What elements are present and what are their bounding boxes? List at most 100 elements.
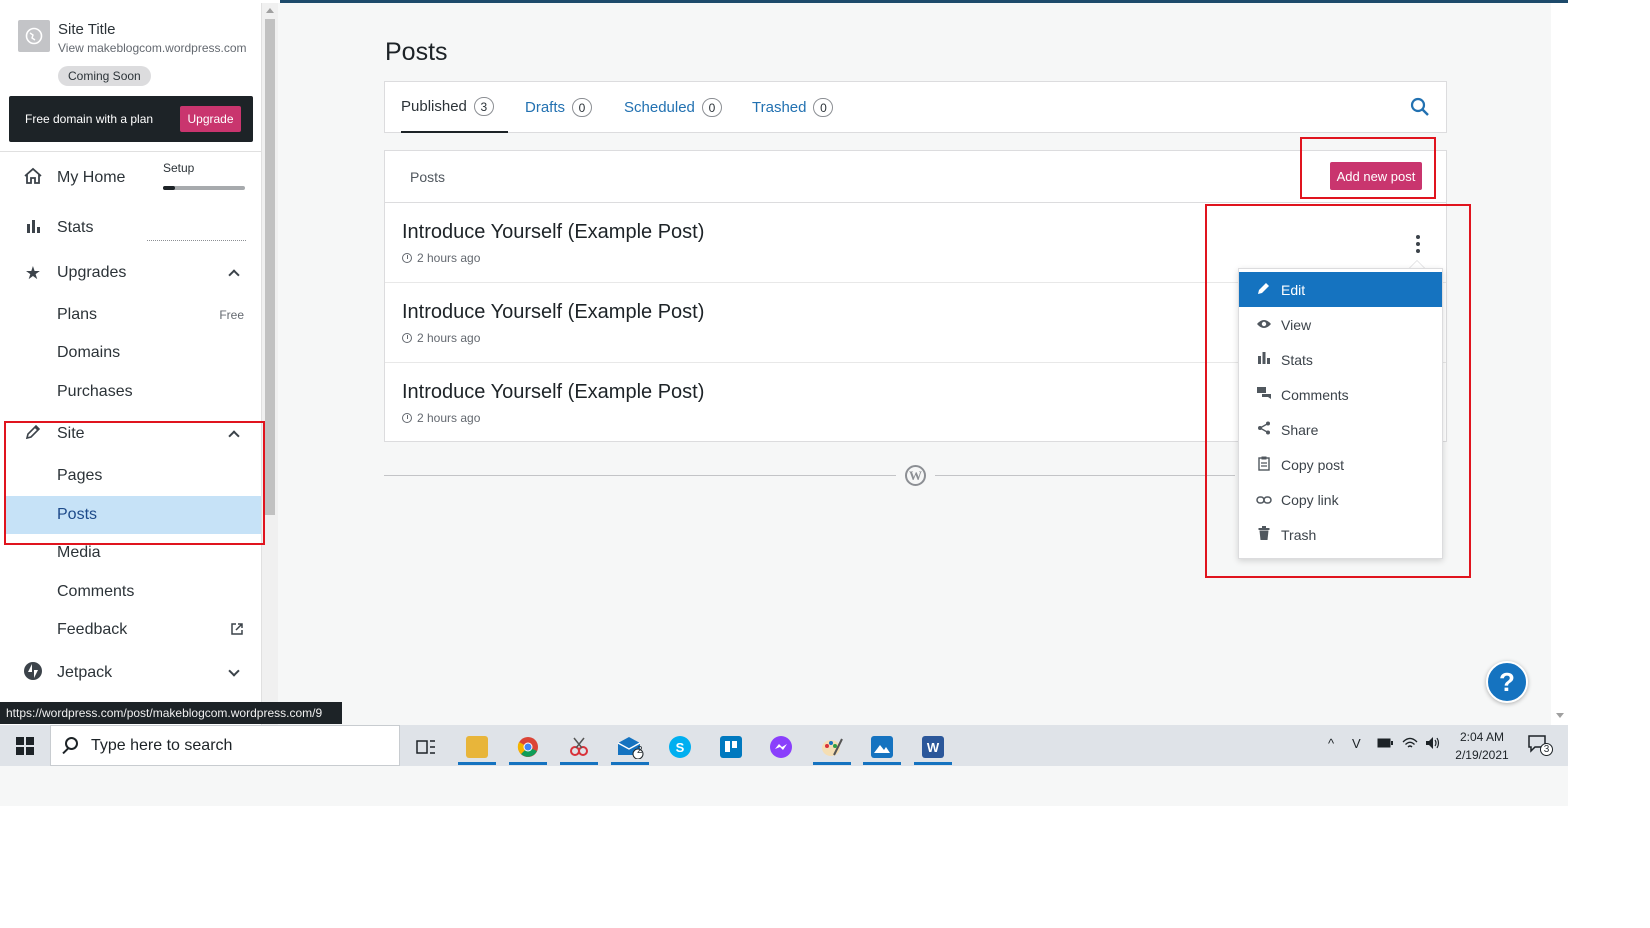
sidebar-item-upgrades[interactable]: ★ Upgrades xyxy=(0,254,261,292)
post-time: 2 hours ago xyxy=(417,331,481,345)
post-time: 2 hours ago xyxy=(417,411,481,425)
tab-label: Trashed xyxy=(752,99,807,116)
app-window: Site Title View makeblogcom.wordpress.co… xyxy=(0,0,1568,806)
taskbar-clock[interactable]: 2:04 AM 2/19/2021 xyxy=(1452,728,1512,764)
sidebar-item-domains[interactable]: Domains xyxy=(0,334,261,372)
sidebar-scrollbar[interactable] xyxy=(262,3,278,725)
post-meta: 2 hours ago xyxy=(402,331,480,345)
sidebar-item-jetpack[interactable]: Jetpack xyxy=(0,654,261,692)
sidebar-item-label: Comments xyxy=(57,583,135,600)
upgrade-button[interactable]: Upgrade xyxy=(180,106,241,132)
star-icon: ★ xyxy=(24,262,42,283)
search-icon[interactable] xyxy=(1410,97,1430,117)
mail-badge: 2 xyxy=(637,745,643,756)
clock-icon xyxy=(402,253,412,263)
annotation-box-add-post xyxy=(1300,137,1436,199)
tab-trashed[interactable]: Trashed 0 xyxy=(752,82,834,133)
coming-soon-badge: Coming Soon xyxy=(58,66,151,86)
site-title[interactable]: Site Title xyxy=(58,21,116,38)
home-icon xyxy=(22,167,44,190)
tray-vpn-icon[interactable]: V xyxy=(1352,736,1361,751)
sidebar-item-comments[interactable]: Comments xyxy=(0,573,261,611)
tab-count: 0 xyxy=(701,98,722,117)
page-title: Posts xyxy=(385,38,448,66)
post-meta: 2 hours ago xyxy=(402,251,480,265)
notification-badge: 3 xyxy=(1540,743,1553,756)
jetpack-icon xyxy=(22,661,44,686)
trello-icon[interactable] xyxy=(710,729,752,765)
external-link-icon xyxy=(230,622,244,639)
setup-label: Setup xyxy=(163,161,195,175)
sidebar-item-label: Stats xyxy=(57,219,94,236)
battery-icon[interactable] xyxy=(1377,736,1393,751)
clock-icon xyxy=(402,333,412,343)
sidebar-item-label: Upgrades xyxy=(57,264,127,281)
tab-count: 3 xyxy=(473,97,494,116)
chevron-down-icon xyxy=(228,665,240,677)
sidebar-item-my-home[interactable]: My Home xyxy=(0,159,261,197)
posts-list-title: Posts xyxy=(410,169,446,185)
sidebar-item-stats[interactable]: Stats xyxy=(0,209,261,247)
skype-icon[interactable]: S xyxy=(659,729,701,765)
site-globe-icon xyxy=(18,20,50,52)
task-view-icon[interactable] xyxy=(405,729,447,765)
messenger-icon[interactable] xyxy=(760,729,802,765)
post-title[interactable]: Introduce Yourself (Example Post) xyxy=(402,221,704,244)
volume-icon[interactable] xyxy=(1425,736,1441,753)
sidebar-item-label: My Home xyxy=(57,169,126,186)
help-button[interactable]: ? xyxy=(1486,661,1528,703)
sidebar-divider xyxy=(0,151,261,152)
tab-label: Drafts xyxy=(525,99,566,116)
post-meta: 2 hours ago xyxy=(402,411,480,425)
word-icon[interactable]: W xyxy=(912,729,954,765)
annotation-box-menu xyxy=(1205,204,1471,578)
clock-icon xyxy=(402,413,412,423)
footer-divider xyxy=(384,475,896,476)
tab-label: Published xyxy=(401,98,467,115)
sidebar: Site Title View makeblogcom.wordpress.co… xyxy=(0,3,262,725)
tab-count: 0 xyxy=(813,98,834,117)
post-time: 2 hours ago xyxy=(417,251,481,265)
sidebar-item-plans[interactable]: Plans Free xyxy=(0,296,261,334)
photos-icon[interactable] xyxy=(861,729,903,765)
stats-sparkline xyxy=(147,240,246,241)
sidebar-item-purchases[interactable]: Purchases xyxy=(0,373,261,411)
taskbar-search-box[interactable]: Type here to search xyxy=(50,725,400,766)
promo-text: Free domain with a plan xyxy=(25,112,154,126)
site-url-link[interactable]: View makeblogcom.wordpress.com xyxy=(58,41,254,55)
sidebar-item-label: Domains xyxy=(57,344,121,361)
clock-time: 2:04 AM xyxy=(1459,730,1505,744)
paint-icon[interactable] xyxy=(811,729,853,765)
tray-chevron-up-icon[interactable]: ^ xyxy=(1328,736,1334,751)
chrome-icon[interactable] xyxy=(507,729,549,765)
file-explorer-icon[interactable] xyxy=(456,729,498,765)
tab-drafts[interactable]: Drafts 0 xyxy=(525,82,593,133)
status-bar-url: https://wordpress.com/post/makeblogcom.w… xyxy=(0,702,342,724)
site-card[interactable]: Site Title View makeblogcom.wordpress.co… xyxy=(18,20,253,90)
sidebar-item-label: Feedback xyxy=(57,621,128,638)
mail-icon[interactable]: 2 xyxy=(609,729,651,765)
tab-scheduled[interactable]: Scheduled 0 xyxy=(624,82,722,133)
footer-divider xyxy=(935,475,1235,476)
post-title[interactable]: Introduce Yourself (Example Post) xyxy=(402,301,704,324)
main-scrollbar[interactable] xyxy=(1551,3,1568,725)
bar-chart-icon xyxy=(22,218,44,239)
sidebar-item-label: Media xyxy=(57,544,101,561)
post-title[interactable]: Introduce Yourself (Example Post) xyxy=(402,381,704,404)
search-icon xyxy=(65,737,78,750)
clock-date: 2/19/2021 xyxy=(1455,748,1509,762)
sidebar-item-label: Plans xyxy=(57,306,98,323)
sidebar-item-feedback[interactable]: Feedback xyxy=(0,611,261,649)
upgrade-promo: Free domain with a plan Upgrade xyxy=(9,96,253,142)
sidebar-item-label: Jetpack xyxy=(57,664,113,681)
snipping-tool-icon[interactable] xyxy=(558,729,600,765)
windows-start-icon[interactable] xyxy=(16,737,34,755)
taskbar-search-placeholder: Type here to search xyxy=(91,737,233,754)
tab-published[interactable]: Published 3 xyxy=(401,82,508,133)
annotation-box-site-posts xyxy=(4,421,265,545)
sidebar-item-label: Purchases xyxy=(57,383,133,400)
post-status-tabs: Published 3 Drafts 0 Scheduled 0 Trashed 0 xyxy=(384,81,1447,133)
notification-center-icon[interactable]: 3 xyxy=(1528,735,1553,756)
chevron-up-icon xyxy=(228,269,240,281)
wifi-icon[interactable] xyxy=(1402,736,1418,753)
